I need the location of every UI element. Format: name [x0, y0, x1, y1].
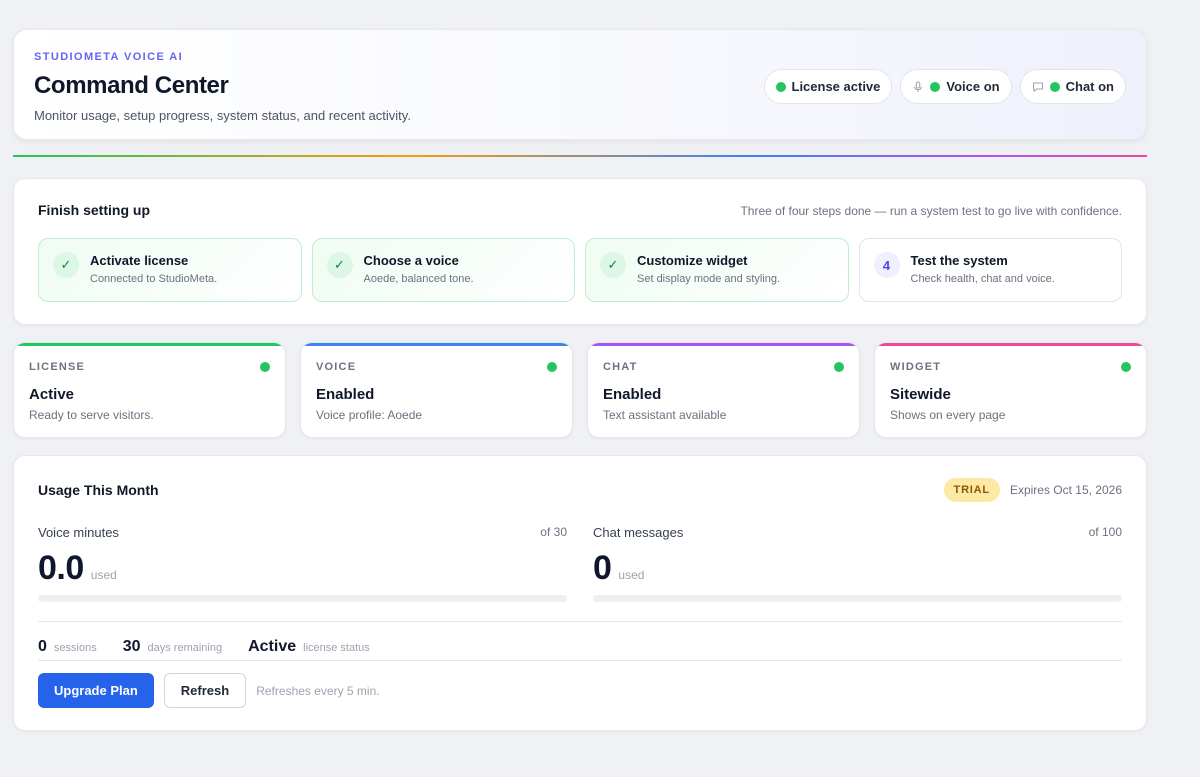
divider [38, 660, 1122, 661]
step-activate-license[interactable]: ✓ Activate license Connected to StudioMe… [38, 238, 302, 302]
step-name: Test the system [910, 253, 1008, 268]
status-dot-icon [930, 81, 941, 92]
check-icon: ✓ [600, 252, 626, 278]
check-icon: ✓ [53, 252, 79, 278]
trial-badge: TRIAL [943, 478, 1000, 502]
status-dot-icon [1121, 362, 1131, 372]
status-dot-icon [260, 362, 270, 372]
progress-track [38, 595, 567, 602]
step-customize-widget[interactable]: ✓ Customize widget Set display mode and … [585, 238, 849, 302]
status-label: VOICE [316, 361, 357, 373]
meter-limit: of 30 [540, 525, 567, 539]
chat-messages-meter: Chat messages of 100 0 used [593, 525, 1122, 602]
meter-value: 0 [593, 549, 612, 587]
accent-bar [14, 343, 285, 346]
usage-card: Usage This Month TRIAL Expires Oct 15, 2… [13, 455, 1147, 731]
meter-unit: used [618, 568, 645, 582]
status-desc: Ready to serve visitors. [29, 408, 154, 422]
status-label: CHAT [603, 361, 638, 373]
accent-bar [588, 343, 859, 346]
license-pill[interactable]: License active [763, 69, 893, 104]
refresh-note: Refreshes every 5 min. [256, 683, 380, 698]
stat-license-status: Active license status [248, 638, 370, 656]
status-dot-icon [775, 81, 786, 92]
stat-label: sessions [53, 642, 97, 654]
expiry-text: Expires Oct 15, 2026 [1009, 483, 1122, 497]
accent-bar [875, 343, 1146, 346]
status-desc: Text assistant available [603, 408, 727, 422]
check-icon: ✓ [326, 252, 353, 278]
step-desc: Connected to StudioMeta. [90, 273, 218, 285]
setup-steps: ✓ Activate license Connected to StudioMe… [38, 238, 1122, 302]
step-name: Activate license [90, 253, 189, 268]
setup-card: Finish setting up Three of four steps do… [13, 178, 1147, 325]
progress-track [593, 595, 1122, 602]
usage-meters: Voice minutes of 30 0.0 used Chat messag… [38, 525, 1122, 602]
step-name: Choose a voice [363, 253, 459, 268]
brand-eyebrow: STUDIOMETA VOICE AI [34, 51, 184, 63]
meter-value: 0.0 [38, 549, 84, 587]
setup-hint: Three of four steps done — run a system … [740, 204, 1122, 218]
step-test-system[interactable]: 4 Test the system Check health, chat and… [858, 238, 1122, 302]
meter-unit: used [90, 568, 117, 582]
status-card-voice: VOICE Enabled Voice profile: Aoede [300, 342, 573, 438]
status-card-chat: CHAT Enabled Text assistant available [587, 342, 860, 438]
meter-label: Chat messages [593, 525, 684, 540]
voice-pill-label: Voice on [946, 79, 1000, 94]
status-value: Sitewide [890, 386, 951, 403]
accent-bar [301, 343, 572, 346]
step-desc: Set display mode and styling. [637, 273, 781, 285]
page-header: STUDIOMETA VOICE AI Command Center Monit… [13, 29, 1147, 140]
stat-days-remaining: 30 days remaining [123, 638, 222, 656]
upgrade-plan-button[interactable]: Upgrade Plan [38, 673, 154, 708]
stat-number: 30 [122, 638, 141, 655]
stat-number: 0 [38, 638, 47, 655]
status-card-widget: WIDGET Sitewide Shows on every page [874, 342, 1147, 438]
step-desc: Aoede, balanced tone. [363, 273, 474, 285]
stat-number: Active [248, 638, 297, 655]
stat-label: days remaining [147, 642, 223, 654]
voice-minutes-meter: Voice minutes of 30 0.0 used [38, 525, 567, 602]
stat-label: license status [303, 642, 370, 654]
status-value: Active [29, 386, 75, 403]
status-dot-icon [834, 362, 844, 372]
step-name: Customize widget [637, 253, 748, 268]
status-label: WIDGET [890, 361, 942, 373]
usage-stats: 0 sessions 30 days remaining Active lice… [38, 638, 1122, 660]
divider [38, 621, 1122, 622]
usage-actions: Upgrade Plan Refresh Refreshes every 5 m… [38, 673, 1122, 708]
microphone-icon [914, 81, 923, 92]
status-dot-icon [547, 362, 557, 372]
meter-label: Voice minutes [38, 525, 119, 540]
status-value: Enabled [603, 386, 662, 403]
refresh-button[interactable]: Refresh [163, 673, 247, 708]
dashboard: STUDIOMETA VOICE AI Command Center Monit… [13, 29, 1147, 731]
chat-pill-label: Chat on [1065, 79, 1114, 94]
status-desc: Voice profile: Aoede [316, 408, 423, 422]
chat-pill[interactable]: Chat on [1019, 69, 1126, 104]
status-dot-icon [1049, 81, 1060, 92]
gradient-divider [13, 155, 1147, 157]
step-desc: Check health, chat and voice. [910, 273, 1055, 285]
chat-bubble-icon [1032, 82, 1043, 92]
status-label: LICENSE [29, 361, 86, 373]
status-pills: License active Voice on Chat on [763, 69, 1126, 104]
page-subtitle: Monitor usage, setup progress, system st… [34, 108, 411, 123]
meter-limit: of 100 [1088, 525, 1122, 539]
status-value: Enabled [316, 386, 375, 403]
step-number-badge: 4 [873, 252, 900, 278]
voice-pill[interactable]: Voice on [900, 69, 1012, 104]
step-choose-voice[interactable]: ✓ Choose a voice Aoede, balanced tone. [311, 238, 575, 302]
status-card-license: LICENSE Active Ready to serve visitors. [13, 342, 286, 438]
license-pill-label: License active [791, 79, 881, 94]
status-cards: LICENSE Active Ready to serve visitors. … [13, 342, 1147, 438]
stat-sessions: 0 sessions [38, 638, 97, 656]
status-desc: Shows on every page [890, 408, 1006, 422]
plan-info: TRIAL Expires Oct 15, 2026 [943, 478, 1122, 502]
